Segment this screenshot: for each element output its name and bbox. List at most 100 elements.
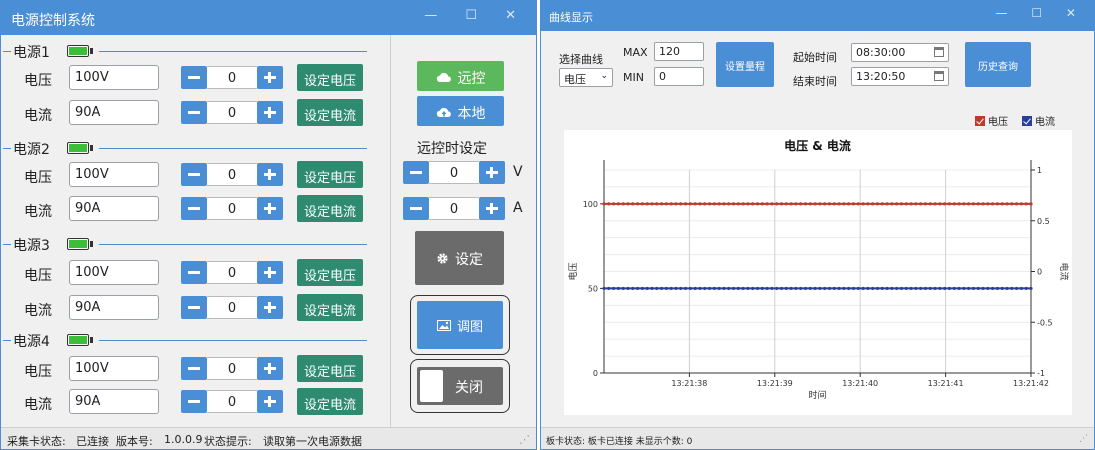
power-window-titlebar[interactable]: 电源控制系统 — ☐ ✕: [1, 1, 536, 35]
settings-button[interactable]: 设定: [415, 231, 504, 285]
current-decrement-button[interactable]: [181, 197, 207, 220]
set-voltage-button[interactable]: 设定电压: [297, 355, 363, 382]
current-decrement-button[interactable]: [181, 101, 207, 124]
data-point: [779, 202, 784, 206]
set-current-button[interactable]: 设定电流: [297, 195, 363, 222]
local-control-button[interactable]: 本地: [417, 96, 504, 126]
voltage-value-field[interactable]: 100V: [69, 260, 159, 285]
data-point: [751, 286, 755, 291]
current-row: 电流 90A 0 设定电流: [1, 293, 381, 323]
remote-current-decrement-button[interactable]: [403, 197, 429, 220]
set-current-button[interactable]: 设定电流: [297, 294, 363, 321]
voltage-value-field[interactable]: 100V: [69, 65, 159, 90]
current-step-input[interactable]: 0: [207, 296, 257, 319]
remote-control-button[interactable]: 远控: [417, 61, 504, 91]
current-increment-button[interactable]: [257, 296, 283, 319]
current-increment-button[interactable]: [257, 197, 283, 220]
voltage-step-input[interactable]: 0: [207, 261, 257, 284]
hint-label: 状态提示:: [204, 435, 252, 448]
data-point: [621, 202, 625, 206]
remote-voltage-decrement-button[interactable]: [403, 161, 429, 184]
resize-grip-icon[interactable]: ⋰: [1079, 434, 1088, 444]
data-point: [866, 286, 870, 291]
curve-window-titlebar[interactable]: 曲线显示 — ☐ ✕: [541, 1, 1094, 31]
set-voltage-button[interactable]: 设定电压: [297, 161, 363, 188]
current-value-field[interactable]: 90A: [69, 389, 159, 414]
data-point: [731, 286, 736, 291]
voltage-step-input[interactable]: 0: [207, 163, 257, 186]
data-point: [784, 286, 788, 291]
data-point: [669, 286, 673, 291]
voltage-increment-button[interactable]: [257, 261, 283, 284]
voltage-increment-button[interactable]: [257, 163, 283, 186]
set-voltage-button[interactable]: 设定电压: [297, 259, 363, 286]
data-point: [909, 202, 913, 206]
current-value-field[interactable]: 90A: [69, 295, 159, 320]
data-point: [871, 286, 875, 291]
data-point: [736, 202, 740, 206]
remote-voltage-input[interactable]: 0: [429, 161, 479, 184]
history-query-button[interactable]: 历史查询: [965, 42, 1031, 87]
legend-current[interactable]: 电流: [1022, 113, 1055, 128]
data-point: [986, 202, 990, 206]
data-point: [727, 286, 731, 291]
legend-voltage[interactable]: 电压: [975, 113, 1008, 128]
data-point: [847, 202, 851, 206]
current-step-input[interactable]: 0: [207, 101, 257, 124]
data-point: [885, 202, 889, 206]
voltage-decrement-button[interactable]: [181, 163, 207, 186]
data-point: [760, 286, 764, 291]
data-point: [847, 286, 851, 291]
resize-grip-icon[interactable]: ⋰: [519, 433, 530, 446]
current-increment-button[interactable]: [257, 390, 283, 413]
voltage-increment-button[interactable]: [257, 66, 283, 89]
end-time-picker[interactable]: 13:20:50: [851, 67, 949, 86]
remote-voltage-increment-button[interactable]: [479, 161, 505, 184]
remote-current-input[interactable]: 0: [429, 197, 479, 220]
max-input[interactable]: 120: [654, 42, 704, 61]
curve-window-title: 曲线显示: [549, 11, 593, 24]
voltage-decrement-button[interactable]: [181, 357, 207, 380]
panel-divider: [390, 35, 391, 429]
voltage-label: 电压: [24, 268, 52, 284]
toggle-knob: [420, 370, 443, 402]
start-time-picker[interactable]: 08:30:00: [851, 43, 949, 62]
voltage-value-field[interactable]: 100V: [69, 162, 159, 187]
data-point: [683, 286, 688, 291]
data-point: [986, 286, 990, 291]
current-value-field[interactable]: 90A: [69, 196, 159, 221]
voltage-decrement-button[interactable]: [181, 66, 207, 89]
voltage-step-input[interactable]: 0: [207, 66, 257, 89]
set-current-button[interactable]: 设定电流: [297, 99, 363, 126]
curve-button[interactable]: 调图: [417, 301, 503, 349]
min-input[interactable]: 0: [654, 67, 704, 86]
data-point: [1000, 202, 1004, 206]
window-controls[interactable]: — ☐ ✕: [424, 8, 528, 23]
checkbox-icon: [975, 116, 985, 126]
voltage-value-field[interactable]: 100V: [69, 356, 159, 381]
remote-current-increment-button[interactable]: [479, 197, 505, 220]
data-point: [890, 286, 894, 291]
y-tick-label: 50: [588, 284, 598, 293]
version-label: 版本号:: [116, 435, 153, 448]
close-toggle-button[interactable]: 关闭: [417, 367, 503, 405]
calendar-icon[interactable]: [934, 47, 944, 57]
window-controls[interactable]: — ☐ ✕: [996, 6, 1086, 20]
data-point: [1019, 202, 1024, 206]
voltage-decrement-button[interactable]: [181, 261, 207, 284]
set-current-button[interactable]: 设定电流: [297, 388, 363, 415]
data-point: [904, 202, 908, 206]
current-step-input[interactable]: 0: [207, 390, 257, 413]
data-point: [1024, 286, 1028, 291]
current-decrement-button[interactable]: [181, 296, 207, 319]
calendar-icon[interactable]: [934, 71, 944, 81]
current-step-input[interactable]: 0: [207, 197, 257, 220]
voltage-step-input[interactable]: 0: [207, 357, 257, 380]
set-range-button[interactable]: 设置量程: [716, 42, 774, 87]
curve-select-dropdown[interactable]: 电压 ⌄: [559, 68, 613, 87]
voltage-increment-button[interactable]: [257, 357, 283, 380]
current-value-field[interactable]: 90A: [69, 100, 159, 125]
set-voltage-button[interactable]: 设定电压: [297, 64, 363, 91]
current-increment-button[interactable]: [257, 101, 283, 124]
current-decrement-button[interactable]: [181, 390, 207, 413]
